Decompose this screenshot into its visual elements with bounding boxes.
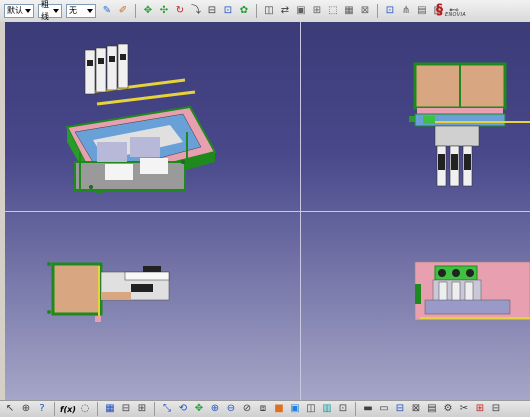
material-icon[interactable]: ▭ [377, 402, 391, 416]
swap-view-icon[interactable]: ◫ [304, 402, 318, 416]
fly-icon[interactable]: ⊟ [119, 402, 133, 416]
pan-icon[interactable]: ✥ [141, 4, 155, 18]
pick-icon[interactable]: ⤵ [189, 4, 203, 18]
filter-icon[interactable]: ⋔ [399, 4, 413, 18]
iso-view-icon[interactable]: ⧈ [256, 402, 270, 416]
separator [135, 4, 136, 18]
analysis-icon[interactable]: ⊠ [358, 4, 372, 18]
hide-icon[interactable]: ▣ [288, 402, 302, 416]
measure-icon[interactable]: ⊞ [310, 4, 324, 18]
viewport-divider-horizontal[interactable] [5, 211, 530, 212]
front-view-model[interactable] [47, 262, 170, 322]
separator [377, 4, 378, 18]
line-weight-value: 粗线 [41, 0, 49, 21]
settings-icon[interactable]: ⚙ [441, 402, 455, 416]
separator [153, 402, 155, 416]
pen-icon[interactable]: ✎ [100, 4, 114, 18]
logo-mark: § [436, 2, 443, 18]
window-icon[interactable]: ⊟ [489, 402, 503, 416]
snap-icon[interactable]: ⊡ [221, 4, 235, 18]
sectioning-icon[interactable]: ▬ [361, 402, 375, 416]
layout-icon[interactable]: ▤ [415, 4, 429, 18]
rotate-icon[interactable]: ⟲ [176, 402, 190, 416]
zoom-in-icon[interactable]: ⊕ [208, 402, 222, 416]
top-toolbar: 默认 粗线 无 ✎ ✐ ✥ ✣ ↻ ⤵ ⊟ ⊡ ✿ ◫ ⇄ ▣ ⊞ ⬚ ▦ ⊠ … [0, 0, 530, 23]
top-toolbar-row: 默认 粗线 无 ✎ ✐ ✥ ✣ ↻ ⤵ ⊟ ⊡ ✿ ◫ ⇄ ▣ ⊞ ⬚ ▦ ⊠ … [0, 0, 461, 21]
box-icon[interactable]: ▣ [294, 4, 308, 18]
line-weight-select[interactable]: 粗线 [38, 0, 62, 21]
rotate-icon[interactable]: ↻ [173, 4, 187, 18]
layer-value: 无 [69, 6, 77, 15]
tools-icon[interactable]: ✂ [457, 402, 471, 416]
comment-icon[interactable]: ◌ [78, 402, 92, 416]
zoom-icon[interactable]: ⊕ [19, 402, 33, 416]
line-style-value: 默认 [7, 6, 23, 15]
zoom-out-icon[interactable]: ⊖ [224, 402, 238, 416]
pan-icon[interactable]: ⤡ [160, 402, 174, 416]
separator [54, 402, 55, 416]
3d-viewport[interactable] [5, 22, 530, 400]
hide-show-icon[interactable]: ◫ [262, 4, 276, 18]
print-icon[interactable]: ⊞ [473, 402, 487, 416]
shading-icon[interactable]: ■ [272, 402, 286, 416]
brush-icon[interactable]: ✐ [116, 4, 130, 18]
fit-all-icon[interactable]: ⊞ [135, 402, 149, 416]
grid-icon[interactable]: ▦ [342, 4, 356, 18]
separator [256, 4, 257, 18]
line-style-select[interactable]: 默认 [4, 4, 34, 18]
app-logo: § ENOVIA [434, 2, 474, 20]
help-icon[interactable]: ? [35, 402, 49, 416]
separator [354, 402, 356, 416]
swap-icon[interactable]: ⇄ [278, 4, 292, 18]
side-view-model[interactable] [414, 261, 530, 321]
measure-icon[interactable]: ▥ [320, 402, 334, 416]
analysis-icon[interactable]: ⊠ [409, 402, 423, 416]
select-icon[interactable]: ↖ [3, 402, 17, 416]
formula-button[interactable]: f(x) [60, 405, 76, 414]
layer-select[interactable]: 无 [66, 4, 96, 18]
table-icon[interactable]: ▦ [103, 402, 117, 416]
snapshot-icon[interactable]: ⊡ [336, 402, 350, 416]
normal-icon[interactable]: ⊘ [240, 402, 254, 416]
align-icon[interactable]: ⊟ [205, 4, 219, 18]
logo-word: ENOVIA [445, 12, 466, 18]
capture-icon[interactable]: ⊡ [383, 4, 397, 18]
move-icon[interactable]: ✣ [157, 4, 171, 18]
chart-icon[interactable]: ▤ [425, 402, 439, 416]
apply-icon[interactable]: ⊟ [393, 402, 407, 416]
render-icon[interactable]: ✿ [237, 4, 251, 18]
sketch-icon[interactable]: ⬚ [326, 4, 340, 18]
top-view-model[interactable] [409, 62, 530, 187]
move-icon[interactable]: ✥ [192, 402, 206, 416]
bottom-toolbar: ↖ ⊕ ? f(x) ◌ ▦ ⊟ ⊞ ⤡ ⟲ ✥ ⊕ ⊖ ⊘ ⧈ ■ ▣ ◫ ▥… [0, 400, 530, 417]
iso-view-model[interactable] [65, 43, 217, 194]
separator [96, 402, 98, 416]
